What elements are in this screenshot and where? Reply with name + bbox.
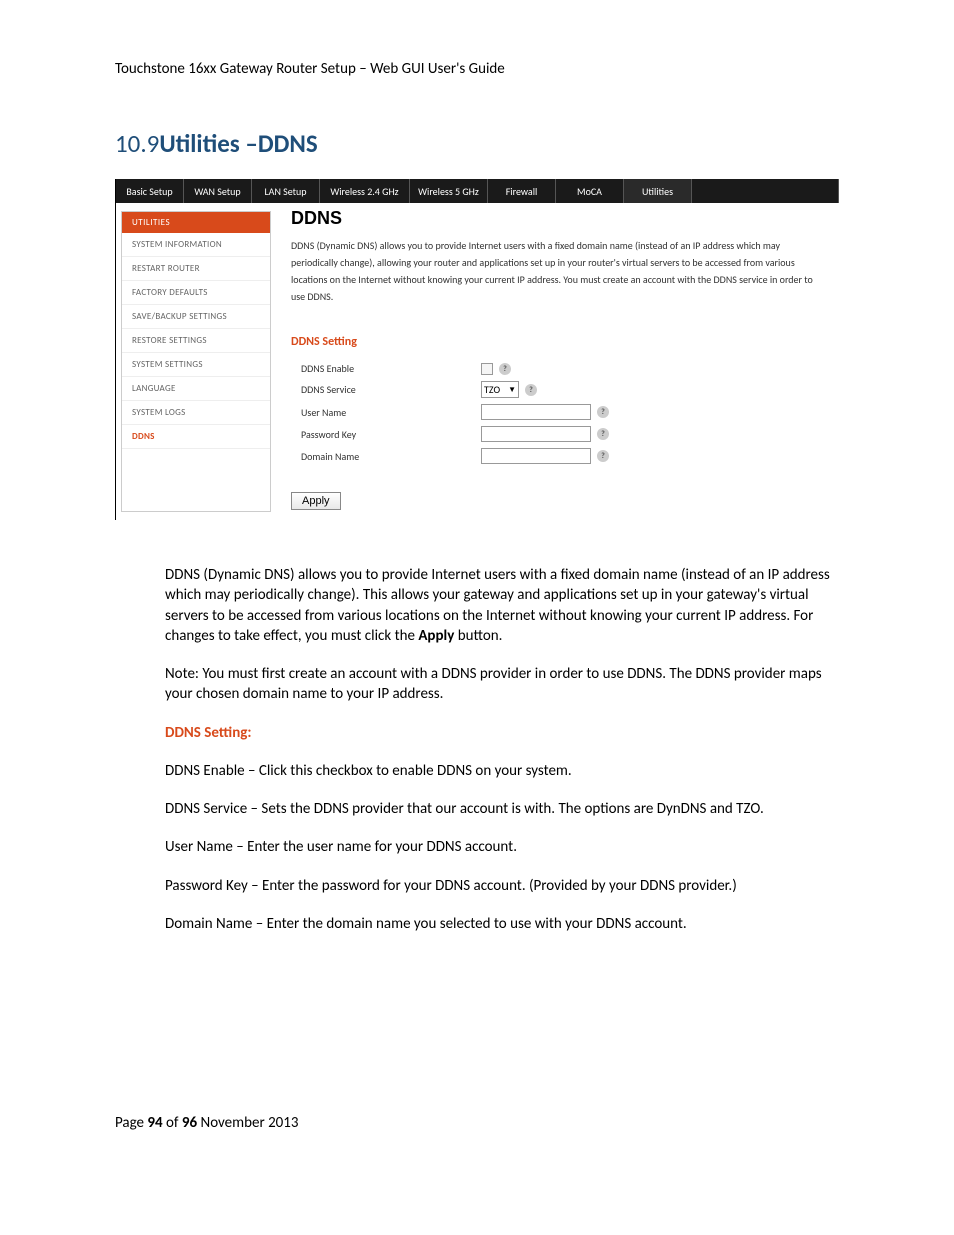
page-footer: Page 94 of 96 November 2013 (115, 1114, 839, 1132)
panel-title: DDNS (291, 208, 829, 229)
page-header: Touchstone 16xx Gateway Router Setup – W… (115, 60, 839, 78)
sidebar-item-ddns[interactable]: DDNS (122, 425, 270, 449)
paragraph-1: DDNS (Dynamic DNS) allows you to provide… (165, 565, 839, 646)
label-ddns-service: DDNS Service (291, 383, 481, 396)
sidebar-header: UTILITIES (122, 212, 270, 233)
help-icon[interactable]: ? (597, 450, 609, 462)
paragraph-7: Domain Name – Enter the domain name you … (165, 914, 839, 934)
ddns-setting-header: DDNS Setting (291, 335, 829, 349)
section-title: 10.9Utilities –DDNS (115, 128, 839, 159)
paragraph-4: DDNS Service – Sets the DDNS provider th… (165, 799, 839, 819)
label-password: Password Key (291, 428, 481, 441)
document-body: DDNS (Dynamic DNS) allows you to provide… (115, 565, 839, 934)
sidebar-item-language[interactable]: LANGUAGE (122, 377, 270, 401)
router-screenshot: Basic Setup WAN Setup LAN Setup Wireless… (115, 179, 839, 520)
row-ddns-enable: DDNS Enable ? (291, 359, 829, 378)
help-icon[interactable]: ? (597, 406, 609, 418)
row-domain: Domain Name ? (291, 445, 829, 467)
tab-blank (692, 179, 839, 203)
main-panel: DDNS DDNS (Dynamic DNS) allows you to pr… (271, 203, 839, 520)
ddns-setting-subheader: DDNS Setting: (165, 723, 839, 743)
panel-description: DDNS (Dynamic DNS) allows you to provide… (291, 237, 829, 305)
tab-bar: Basic Setup WAN Setup LAN Setup Wireless… (116, 179, 839, 203)
sidebar-item-factory[interactable]: FACTORY DEFAULTS (122, 281, 270, 305)
help-icon[interactable]: ? (499, 363, 511, 375)
chevron-down-icon: ▼ (508, 385, 516, 395)
label-domain: Domain Name (291, 450, 481, 463)
tab-wireless-5[interactable]: Wireless 5 GHz (410, 179, 488, 203)
tab-wan-setup[interactable]: WAN Setup (184, 179, 252, 203)
label-ddns-enable: DDNS Enable (291, 362, 481, 375)
row-ddns-service: DDNS Service TZO ▼ ? (291, 378, 829, 401)
label-username: User Name (291, 406, 481, 419)
tab-utilities[interactable]: Utilities (624, 179, 692, 203)
password-input[interactable] (481, 426, 591, 442)
help-icon[interactable]: ? (597, 428, 609, 440)
tab-lan-setup[interactable]: LAN Setup (252, 179, 320, 203)
paragraph-2: Note: You must first create an account w… (165, 664, 839, 705)
sidebar-item-sysinfo[interactable]: SYSTEM INFORMATION (122, 233, 270, 257)
paragraph-3: DDNS Enable – Click this checkbox to ena… (165, 761, 839, 781)
tab-firewall[interactable]: Firewall (488, 179, 556, 203)
sidebar: UTILITIES SYSTEM INFORMATION RESTART ROU… (121, 211, 271, 512)
domain-input[interactable] (481, 448, 591, 464)
section-number: 10.9 (115, 128, 159, 159)
paragraph-6: Password Key – Enter the password for yo… (165, 876, 839, 896)
select-value: TZO (484, 383, 500, 396)
sidebar-item-save[interactable]: SAVE/BACKUP SETTINGS (122, 305, 270, 329)
paragraph-5: User Name – Enter the user name for your… (165, 837, 839, 857)
ddns-service-select[interactable]: TZO ▼ (481, 381, 519, 398)
section-name: Utilities –DDNS (159, 128, 317, 159)
tab-moca[interactable]: MoCA (556, 179, 624, 203)
username-input[interactable] (481, 404, 591, 420)
sidebar-item-syslogs[interactable]: SYSTEM LOGS (122, 401, 270, 425)
row-username: User Name ? (291, 401, 829, 423)
tab-wireless-24[interactable]: Wireless 2.4 GHz (320, 179, 410, 203)
tab-basic-setup[interactable]: Basic Setup (116, 179, 184, 203)
help-icon[interactable]: ? (525, 384, 537, 396)
sidebar-item-syssettings[interactable]: SYSTEM SETTINGS (122, 353, 270, 377)
sidebar-item-restore[interactable]: RESTORE SETTINGS (122, 329, 270, 353)
row-password: Password Key ? (291, 423, 829, 445)
sidebar-item-restart[interactable]: RESTART ROUTER (122, 257, 270, 281)
ddns-enable-checkbox[interactable] (481, 363, 493, 375)
apply-button[interactable]: Apply (291, 492, 341, 510)
